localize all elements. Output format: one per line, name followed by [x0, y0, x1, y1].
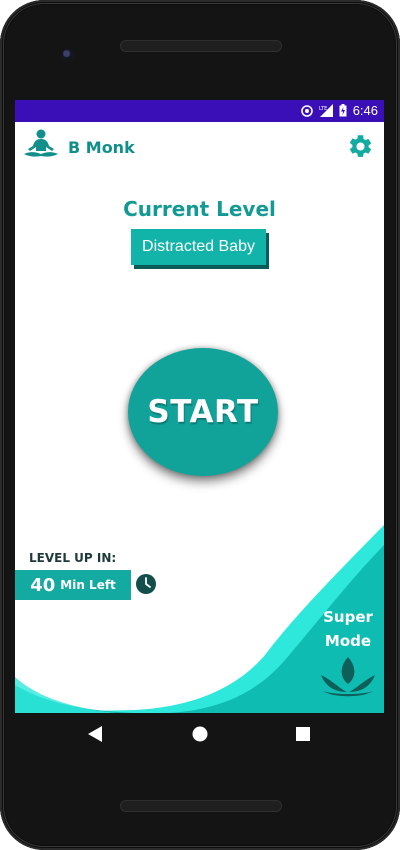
level-up-label: LEVEL UP IN:	[29, 551, 117, 565]
super-mode-line1: Super	[323, 608, 373, 626]
level-up-badge: 40 Min Left	[15, 570, 131, 600]
lte-signal-icon: LTE	[319, 104, 333, 117]
status-bar: LTE 6:46	[15, 100, 384, 122]
level-up-unit: Min Left	[60, 578, 116, 592]
phone-frame: LTE 6:46 B Monk Current Level Distracted…	[0, 0, 400, 850]
lotus-icon[interactable]	[319, 655, 377, 699]
home-nav-icon[interactable]	[192, 726, 208, 742]
super-mode-line2: Mode	[324, 632, 372, 650]
front-camera	[61, 48, 75, 62]
earpiece-speaker	[120, 40, 282, 52]
app-screen: LTE 6:46 B Monk Current Level Distracted…	[15, 100, 384, 713]
super-mode-label[interactable]: Super Mode	[315, 605, 381, 653]
battery-icon	[339, 104, 347, 117]
current-level-title: Current Level	[123, 197, 276, 221]
clock-icon	[136, 574, 156, 594]
settings-gear-icon[interactable]	[347, 133, 374, 160]
current-level-badge: Distracted Baby	[131, 229, 266, 265]
start-button[interactable]: START	[128, 348, 278, 476]
app-bar: B Monk	[15, 122, 384, 172]
svg-text:LTE: LTE	[319, 106, 327, 112]
nav-bar	[0, 713, 400, 758]
level-up-minutes: 40	[30, 574, 56, 596]
sync-icon	[300, 104, 313, 117]
status-time: 6:46	[352, 103, 378, 118]
meditation-logo-icon	[24, 129, 58, 157]
bottom-speaker	[120, 800, 282, 812]
app-name: B Monk	[68, 138, 135, 157]
recents-nav-icon[interactable]	[296, 727, 310, 741]
back-nav-icon[interactable]	[88, 726, 102, 742]
